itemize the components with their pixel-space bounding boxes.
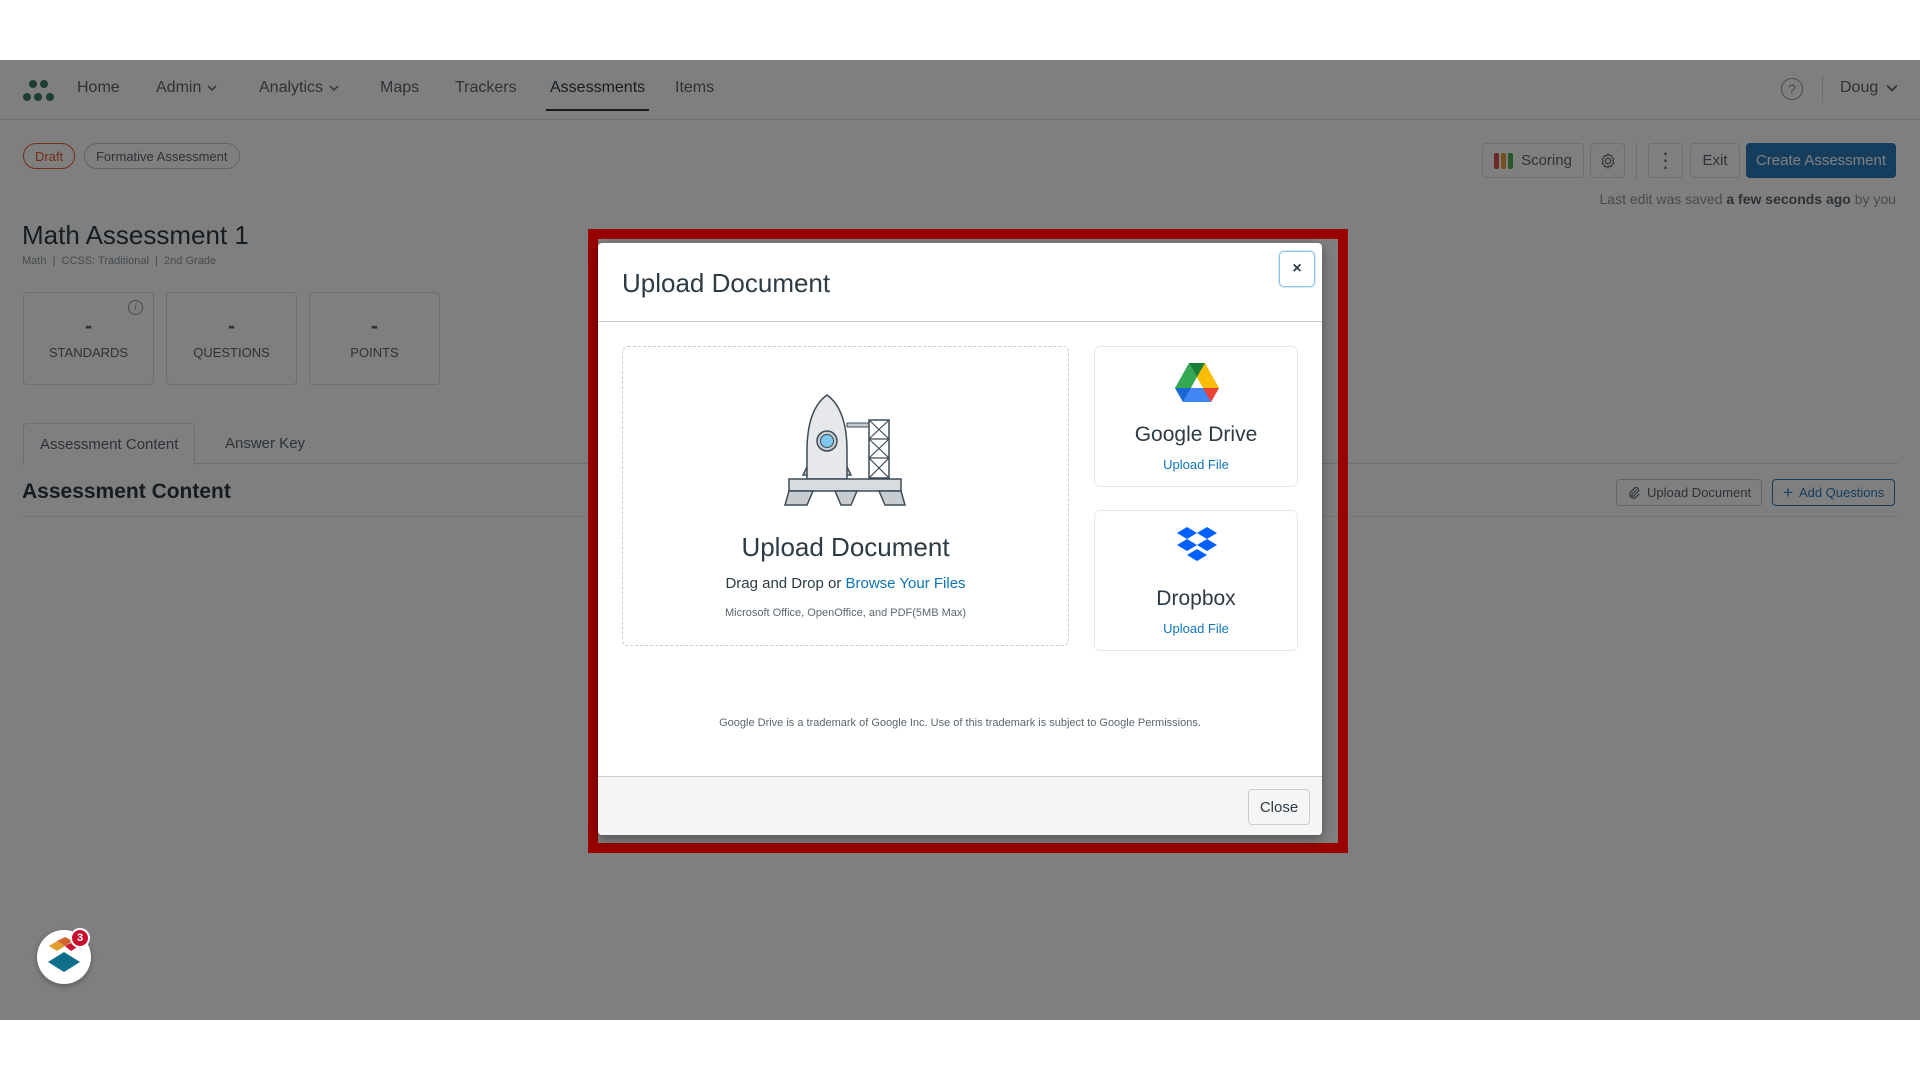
dropbox-label: Dropbox [1156, 587, 1236, 610]
drag-drop-text: Drag and Drop or [725, 575, 846, 592]
dropbox-icon [1177, 527, 1217, 561]
dropzone-instructions: Drag and Drop or Browse Your Files [623, 575, 1068, 592]
google-drive-upload-link[interactable]: Upload File [1095, 457, 1297, 472]
browse-files-link[interactable]: Browse Your Files [846, 575, 966, 592]
google-drive-icon [1175, 363, 1219, 402]
file-type-note: Microsoft Office, OpenOffice, and PDF(5M… [724, 607, 967, 619]
close-button[interactable]: Close [1248, 789, 1310, 825]
google-drive-card[interactable]: Google Drive Upload File [1094, 346, 1298, 487]
close-icon[interactable]: × [1279, 251, 1315, 287]
upload-document-dialog: Upload Document × Upload Document Drag a… [598, 243, 1322, 835]
modal-footer: Close [598, 776, 1322, 835]
dropbox-card[interactable]: Dropbox Upload File [1094, 510, 1298, 651]
rocket-icon [784, 394, 906, 506]
modal-header: Upload Document × [598, 243, 1322, 322]
dropzone-title: Upload Document [741, 532, 950, 562]
file-dropzone[interactable]: Upload Document Drag and Drop or Browse … [622, 346, 1069, 646]
trademark-notice: Google Drive is a trademark of Google In… [719, 717, 1201, 729]
notification-badge: 3 [70, 928, 90, 948]
dropbox-upload-link[interactable]: Upload File [1095, 621, 1297, 636]
modal-title: Upload Document [622, 268, 831, 298]
google-drive-label: Google Drive [1134, 423, 1258, 446]
